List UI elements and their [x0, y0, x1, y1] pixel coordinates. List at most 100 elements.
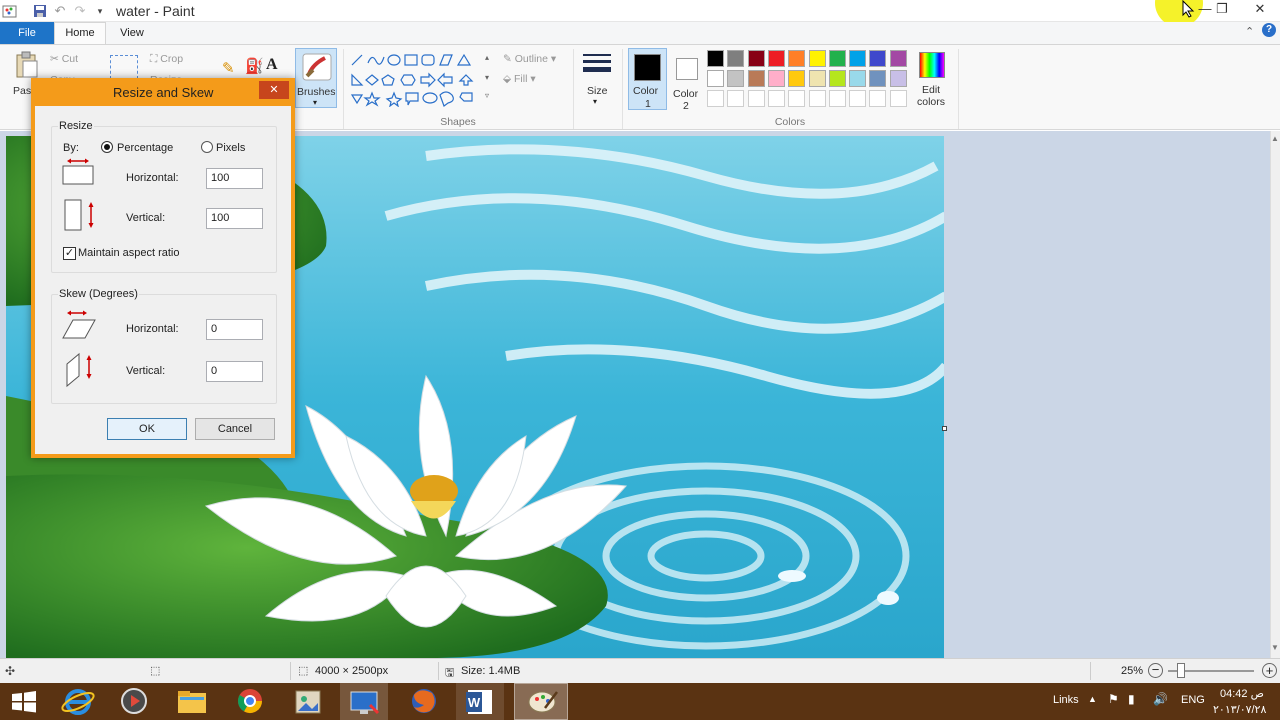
show-hidden-icons[interactable]: ▲ — [1088, 694, 1097, 704]
shapes-scroll-down-icon[interactable]: ▾ — [485, 73, 489, 82]
help-icon[interactable]: ? — [1262, 23, 1276, 37]
palette-custom-swatch[interactable] — [788, 90, 806, 107]
palette-swatch[interactable] — [889, 50, 907, 67]
action-center-icon[interactable]: ⚑ — [1108, 692, 1119, 706]
ribbon-collapse-icon[interactable]: ⌃ — [1245, 25, 1254, 38]
taskbar-app-word[interactable]: W — [456, 683, 504, 720]
zoom-slider-thumb[interactable] — [1177, 663, 1185, 678]
vertical-scrollbar[interactable]: ▲ ▼ — [1270, 131, 1280, 658]
size-button[interactable]: Size ▾ — [580, 50, 614, 106]
palette-custom-swatch[interactable] — [727, 90, 745, 107]
dialog-title: Resize and Skew — [113, 85, 214, 100]
tab-home[interactable]: Home — [54, 22, 106, 45]
fill-bucket-icon[interactable]: ⛽ — [245, 57, 264, 75]
photo-viewer-icon[interactable] — [284, 683, 332, 720]
palette-swatch[interactable] — [767, 50, 785, 67]
volume-icon[interactable]: 🔊 — [1153, 692, 1168, 706]
tab-file[interactable]: File — [0, 22, 54, 44]
brushes-button[interactable]: Brushes ▾ — [295, 48, 337, 108]
customize-qa-icon[interactable]: ▾ — [92, 3, 108, 19]
palette-swatch[interactable] — [788, 70, 806, 87]
skew-horizontal-input[interactable]: 0 — [206, 319, 263, 340]
palette-custom-swatch[interactable] — [849, 90, 867, 107]
text-tool-icon[interactable]: A — [266, 56, 278, 74]
maintain-aspect-label[interactable]: Maintain aspect ratio — [78, 247, 180, 259]
scroll-up-icon[interactable]: ▲ — [1271, 134, 1279, 143]
palette-custom-swatch[interactable] — [869, 90, 887, 107]
zoom-in-button[interactable]: + — [1262, 663, 1277, 678]
scroll-down-icon[interactable]: ▼ — [1271, 643, 1279, 652]
palette-custom-swatch[interactable] — [889, 90, 907, 107]
palette-swatch[interactable] — [869, 70, 887, 87]
internet-explorer-icon[interactable] — [54, 683, 102, 720]
palette-swatch[interactable] — [869, 50, 887, 67]
shapes-gallery[interactable] — [348, 51, 484, 107]
palette-swatch[interactable] — [889, 70, 907, 87]
color2-button[interactable]: Color 2 — [670, 48, 706, 112]
palette-swatch[interactable] — [828, 50, 846, 67]
taskbar-app-active[interactable] — [340, 683, 388, 720]
percentage-radio[interactable] — [101, 141, 113, 153]
save-icon[interactable] — [32, 3, 48, 19]
palette-swatch[interactable] — [788, 50, 806, 67]
start-windows-icon[interactable] — [0, 683, 48, 720]
network-icon[interactable]: ▮ — [1128, 692, 1135, 706]
palette-swatch[interactable] — [849, 70, 867, 87]
restore-button[interactable]: ❐ — [1207, 0, 1237, 20]
zoom-out-button[interactable]: − — [1148, 663, 1163, 678]
media-player-icon[interactable] — [110, 683, 158, 720]
palette-swatch[interactable] — [849, 50, 867, 67]
palette-swatch[interactable] — [767, 70, 785, 87]
palette-swatch[interactable] — [828, 70, 846, 87]
palette-swatch[interactable] — [808, 50, 826, 67]
palette-swatch[interactable] — [707, 50, 724, 67]
pixels-radio[interactable] — [201, 141, 213, 153]
pixels-label[interactable]: Pixels — [216, 142, 245, 154]
chrome-icon[interactable] — [226, 683, 274, 720]
palette-custom-swatch[interactable] — [767, 90, 785, 107]
paste-icon[interactable] — [14, 51, 40, 79]
outline-button[interactable]: ✎ Outline ▾ — [503, 53, 556, 65]
file-explorer-icon[interactable] — [168, 683, 216, 720]
palette-custom-swatch[interactable] — [747, 90, 765, 107]
pencil-icon[interactable]: ✎ — [222, 59, 235, 77]
palette-swatch[interactable] — [727, 50, 745, 67]
clock-date[interactable]: ٢٠١٣/٠٧/٢٨ — [1213, 703, 1266, 716]
dialog-close-button[interactable]: ✕ — [259, 81, 289, 99]
tab-view[interactable]: View — [108, 22, 156, 44]
paint-app-icon[interactable] — [2, 3, 18, 19]
edit-colors-button[interactable]: Edit colors — [914, 48, 950, 110]
skew-vertical-input[interactable]: 0 — [206, 361, 263, 382]
palette-custom-swatch[interactable] — [707, 90, 724, 107]
close-button[interactable]: ✕ — [1240, 0, 1280, 20]
resize-horizontal-input[interactable]: 100 — [206, 168, 263, 189]
cut-button[interactable]: ✂ Cut — [50, 53, 78, 65]
palette-swatch[interactable] — [808, 70, 826, 87]
select-icon[interactable] — [110, 55, 138, 79]
shapes-scroll-up-icon[interactable]: ▴ — [485, 53, 489, 62]
color1-button[interactable]: Color 1 — [628, 48, 667, 110]
undo-icon[interactable]: ↶ — [52, 3, 68, 19]
canvas-resize-handle[interactable] — [942, 426, 947, 431]
clock-time[interactable]: 04:42 ص — [1220, 687, 1264, 700]
dialog-titlebar[interactable]: Resize and Skew ✕ — [35, 80, 291, 106]
fill-button[interactable]: ⬙ Fill ▾ — [503, 73, 536, 85]
crop-button[interactable]: ⛶ Crop — [150, 53, 183, 66]
palette-swatch[interactable] — [707, 70, 724, 87]
maintain-aspect-checkbox[interactable]: ✓ — [63, 247, 76, 260]
ok-button[interactable]: OK — [107, 418, 187, 440]
palette-swatch[interactable] — [727, 70, 745, 87]
links-toolbar[interactable]: Links — [1053, 694, 1079, 706]
taskbar-app-paint[interactable] — [514, 683, 568, 720]
palette-custom-swatch[interactable] — [828, 90, 846, 107]
shapes-more-icon[interactable]: ▿ — [485, 91, 489, 100]
cancel-button[interactable]: Cancel — [195, 418, 275, 440]
palette-swatch[interactable] — [747, 50, 765, 67]
input-language[interactable]: ENG — [1181, 694, 1205, 706]
resize-vertical-input[interactable]: 100 — [206, 208, 263, 229]
percentage-label[interactable]: Percentage — [117, 142, 173, 154]
palette-custom-swatch[interactable] — [808, 90, 826, 107]
palette-swatch[interactable] — [747, 70, 765, 87]
firefox-icon[interactable] — [400, 683, 448, 720]
redo-icon[interactable]: ↷ — [72, 3, 88, 19]
